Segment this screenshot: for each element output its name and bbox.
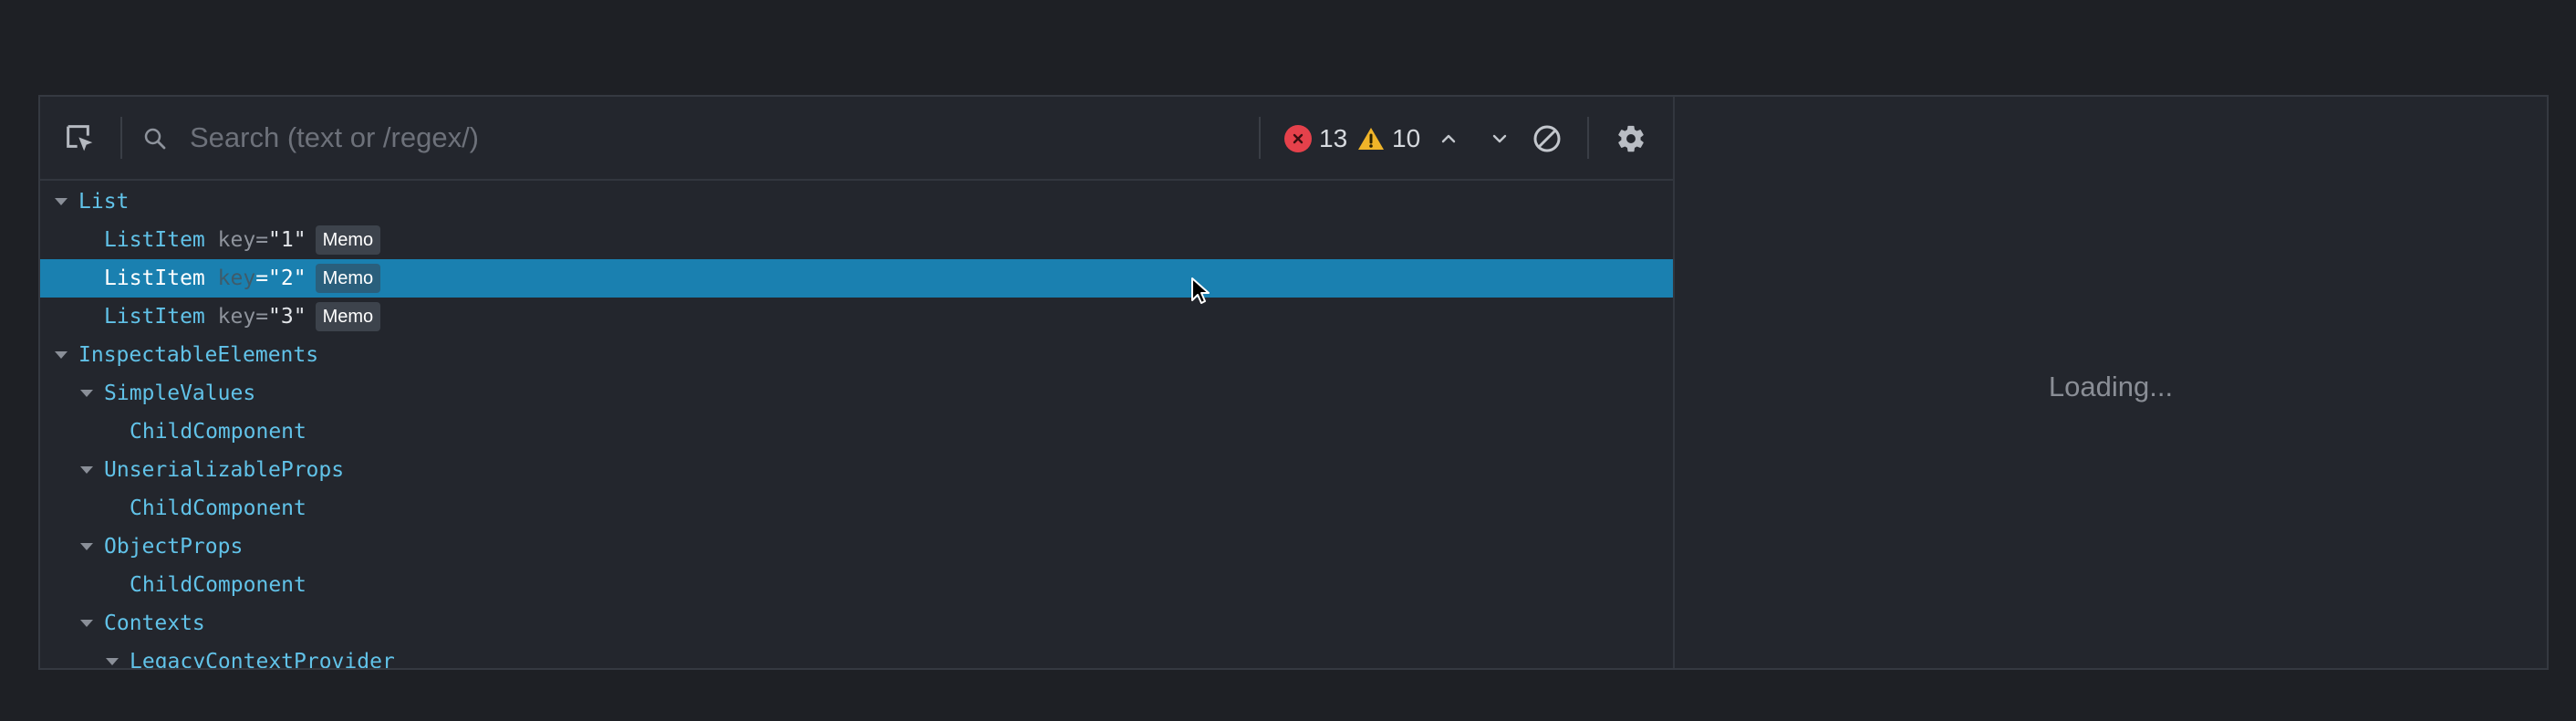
inspect-element-icon[interactable] [58, 117, 102, 161]
component-name: Contexts [104, 611, 205, 635]
loading-text: Loading... [2048, 371, 2174, 402]
tree-row-listitem[interactable]: ListItem key = "3" Memo [40, 298, 1673, 336]
tree-row-contexts[interactable]: Contexts [40, 604, 1673, 643]
component-name: SimpleValues [104, 381, 256, 405]
memo-badge: Memo [315, 225, 381, 255]
key-label: key [217, 305, 256, 329]
chevron-up-icon[interactable] [1430, 120, 1467, 157]
component-name: ListItem [104, 305, 205, 329]
component-name: ListItem [104, 266, 205, 290]
inspected-element-pane: Loading... [1675, 97, 2547, 668]
clear-icon[interactable] [1527, 119, 1567, 159]
component-name: ChildComponent [130, 573, 306, 597]
error-icon [1284, 125, 1312, 152]
key-value: "2" [268, 266, 306, 290]
component-name: ChildComponent [130, 496, 306, 520]
warning-counter: 10 [1357, 122, 1420, 155]
expand-arrow-icon[interactable] [80, 543, 93, 550]
toolbar-divider [120, 117, 122, 159]
warning-count: 10 [1392, 124, 1421, 152]
memo-badge: Memo [315, 264, 381, 293]
toolbar-divider [1587, 117, 1589, 159]
expand-arrow-icon[interactable] [80, 466, 93, 474]
mouse-cursor-icon [1190, 277, 1210, 310]
inspect-element-icon-svg [67, 125, 93, 152]
tree-row-object-props[interactable]: ObjectProps [40, 528, 1673, 566]
component-name: ListItem [104, 228, 205, 252]
tree-row-list[interactable]: List [40, 183, 1673, 221]
expand-arrow-icon[interactable] [80, 620, 93, 627]
tree-row-legacy-context-provider[interactable]: LegacyContextProvider [40, 643, 1673, 668]
key-label: key [217, 228, 256, 252]
tree-row-listitem-selected[interactable]: ListItem key = "2" Memo [40, 259, 1673, 298]
search-input[interactable] [190, 115, 1266, 161]
error-counter: 13 [1284, 122, 1347, 155]
warning-icon [1357, 126, 1385, 152]
component-name: ChildComponent [130, 420, 306, 444]
expand-arrow-icon[interactable] [55, 198, 68, 205]
devtools-panel: 13 10 [38, 95, 2549, 670]
component-name: InspectableElements [78, 343, 319, 367]
tree-row-inspectable-elements[interactable]: InspectableElements [40, 336, 1673, 374]
error-count: 13 [1319, 124, 1348, 152]
memo-badge: Memo [315, 302, 381, 331]
component-tree: List ListItem key = "1" Memo ListItem ke… [40, 181, 1673, 668]
component-name: List [78, 190, 130, 214]
tree-row-simple-values[interactable]: SimpleValues [40, 374, 1673, 413]
component-name: LegacyContextProvider [130, 650, 395, 668]
key-value: "3" [268, 305, 306, 329]
tree-row-child-component[interactable]: ChildComponent [40, 413, 1673, 451]
expand-arrow-icon[interactable] [106, 658, 119, 665]
component-name: ObjectProps [104, 535, 244, 559]
key-label: key [217, 266, 256, 290]
tree-toolbar: 13 10 [40, 97, 1673, 181]
tree-row-child-component[interactable]: ChildComponent [40, 489, 1673, 528]
expand-arrow-icon[interactable] [55, 351, 68, 359]
search-icon [137, 120, 173, 157]
tree-row-listitem[interactable]: ListItem key = "1" Memo [40, 221, 1673, 259]
tree-row-child-component[interactable]: ChildComponent [40, 566, 1673, 604]
gear-icon[interactable] [1611, 119, 1651, 159]
key-value: "1" [268, 228, 306, 252]
expand-arrow-icon[interactable] [80, 390, 93, 397]
component-tree-pane: 13 10 [40, 97, 1675, 668]
chevron-down-icon[interactable] [1481, 120, 1518, 157]
toolbar-divider [1259, 117, 1261, 159]
component-name: UnserializableProps [104, 458, 345, 482]
tree-row-unserializable-props[interactable]: UnserializableProps [40, 451, 1673, 489]
